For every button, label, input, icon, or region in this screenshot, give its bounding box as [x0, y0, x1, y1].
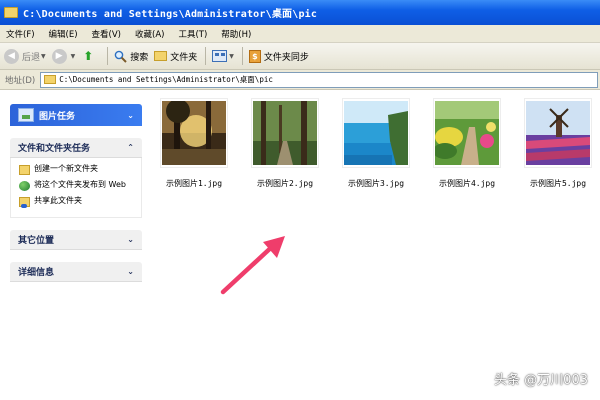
task-publish-web[interactable]: 将这个文件夹发布到 Web	[19, 180, 135, 191]
title-bar: C:\Documents and Settings\Administrator\…	[0, 0, 600, 25]
window-title: C:\Documents and Settings\Administrator\…	[23, 9, 318, 20]
file-name: 示例图片3.jpg	[347, 179, 405, 188]
task-new-folder[interactable]: 创建一个新文件夹	[19, 164, 135, 175]
toolbar-divider	[107, 47, 109, 65]
back-label: 后退	[22, 52, 41, 63]
other-places-title: 其它位置	[18, 236, 55, 246]
picture-icon	[18, 108, 34, 122]
share-folder-icon	[19, 197, 30, 208]
views-icon	[212, 50, 228, 62]
picture-tasks-title: 图片任务	[39, 111, 76, 122]
file-name: 示例图片2.jpg	[256, 179, 314, 188]
task-label: 创建一个新文件夹	[34, 164, 98, 173]
menu-help[interactable]: 帮助(H)	[221, 28, 251, 40]
task-pane: 图片任务 ⌄ 文件和文件夹任务 ⌃ 创建一个新文件夹 将这个文件夹发布到 Web	[0, 90, 150, 400]
back-arrow-icon: ◀	[4, 48, 19, 64]
menu-bar: 文件(F) 编辑(E) 查看(V) 收藏(A) 工具(T) 帮助(H)	[0, 25, 600, 43]
task-label: 将这个文件夹发布到 Web	[34, 180, 126, 189]
menu-favorites[interactable]: 收藏(A)	[135, 28, 164, 40]
details-header[interactable]: 详细信息 ⌄	[10, 262, 142, 282]
details-title: 详细信息	[18, 268, 55, 278]
task-share-folder[interactable]: 共享此文件夹	[19, 196, 135, 208]
file-tasks-panel: 文件和文件夹任务 ⌃ 创建一个新文件夹 将这个文件夹发布到 Web 共享此文件夹	[10, 138, 142, 218]
globe-icon	[19, 181, 30, 191]
menu-view[interactable]: 查看(V)	[92, 28, 121, 40]
folder-icon	[154, 51, 168, 61]
toolbar-divider	[205, 47, 207, 65]
sea-cliff-thumbnail	[344, 101, 408, 165]
file-name: 示例图片1.jpg	[165, 179, 223, 188]
file-tasks-header[interactable]: 文件和文件夹任务 ⌃	[10, 138, 142, 158]
file-item[interactable]: 示例图片1.jpg	[160, 98, 228, 189]
folders-button[interactable]: 文件夹	[154, 50, 197, 63]
toolbar: ◀ 后退 ▼ ▶ ▼ ⬆ 搜索 文件夹 ▼ $ 文件夹同步	[0, 43, 600, 70]
details-panel: 详细信息 ⌄	[10, 262, 142, 282]
annotation-arrow	[220, 236, 285, 295]
sync-icon: $	[248, 49, 261, 63]
menu-file[interactable]: 文件(F)	[6, 28, 35, 40]
folders-label: 文件夹	[170, 52, 198, 63]
menu-tools[interactable]: 工具(T)	[178, 28, 207, 40]
up-folder-button[interactable]: ⬆	[81, 49, 99, 63]
thumbnail-frame	[524, 98, 592, 168]
file-tasks-body: 创建一个新文件夹 将这个文件夹发布到 Web 共享此文件夹	[10, 158, 142, 218]
forward-button[interactable]: ▶ ▼	[51, 48, 76, 64]
picture-tasks-panel: 图片任务 ⌄	[10, 104, 142, 126]
up-arrow-icon: ⬆	[83, 49, 94, 63]
address-label: 地址(D)	[5, 75, 36, 86]
forest-path-thumbnail	[253, 101, 317, 165]
other-places-header[interactable]: 其它位置 ⌄	[10, 230, 142, 250]
chevron-down-icon: ▼	[41, 52, 46, 60]
picture-tasks-header[interactable]: 图片任务 ⌄	[10, 104, 142, 126]
file-item[interactable]: 示例图片5.jpg	[524, 98, 592, 189]
address-bar: 地址(D) C:\Documents and Settings\Administ…	[0, 70, 600, 90]
chevron-down-icon[interactable]: ⌄	[127, 267, 134, 276]
menu-edit[interactable]: 编辑(E)	[49, 28, 78, 40]
toolbar-divider	[241, 47, 243, 65]
views-button[interactable]: ▼	[212, 50, 234, 62]
file-name: 示例图片5.jpg	[529, 179, 587, 188]
thumbnail-frame	[433, 98, 501, 168]
folder-sync-label: 文件夹同步	[263, 52, 309, 63]
thumbnail-frame	[342, 98, 410, 168]
content-area: 图片任务 ⌄ 文件和文件夹任务 ⌃ 创建一个新文件夹 将这个文件夹发布到 Web	[0, 90, 600, 400]
back-button[interactable]: ◀ 后退 ▼	[4, 48, 46, 64]
task-label: 共享此文件夹	[34, 196, 82, 205]
forward-arrow-icon: ▶	[51, 48, 67, 64]
thumbnail-frame	[160, 98, 228, 168]
file-item[interactable]: 示例图片3.jpg	[342, 98, 410, 189]
folder-icon	[4, 7, 18, 18]
thumbnail-frame	[251, 98, 319, 168]
file-item[interactable]: 示例图片2.jpg	[251, 98, 319, 189]
address-input[interactable]: C:\Documents and Settings\Administrator\…	[40, 71, 598, 88]
folder-sync-button[interactable]: $ 文件夹同步	[248, 49, 309, 63]
file-item[interactable]: 示例图片4.jpg	[433, 98, 501, 189]
tulip-windmill-thumbnail	[526, 101, 590, 165]
chevron-down-icon: ▼	[229, 52, 234, 60]
search-label: 搜索	[130, 52, 149, 63]
address-value: C:\Documents and Settings\Administrator\…	[59, 75, 273, 84]
file-name: 示例图片4.jpg	[438, 179, 496, 188]
chevron-down-icon[interactable]: ⌄	[127, 111, 134, 120]
search-button[interactable]: 搜索	[114, 50, 148, 63]
forest-sunlight-thumbnail	[162, 101, 226, 165]
chevron-down-icon: ▼	[70, 52, 76, 60]
folder-icon	[44, 75, 57, 84]
other-places-panel: 其它位置 ⌄	[10, 230, 142, 250]
chevron-down-icon[interactable]: ⌄	[127, 235, 134, 244]
watermark: 头条 @万川003	[494, 373, 588, 388]
file-tasks-title: 文件和文件夹任务	[18, 144, 91, 154]
chevron-up-icon[interactable]: ⌃	[127, 143, 134, 152]
new-folder-icon	[19, 165, 30, 175]
search-icon	[114, 50, 127, 63]
garden-flowers-thumbnail	[435, 101, 499, 165]
